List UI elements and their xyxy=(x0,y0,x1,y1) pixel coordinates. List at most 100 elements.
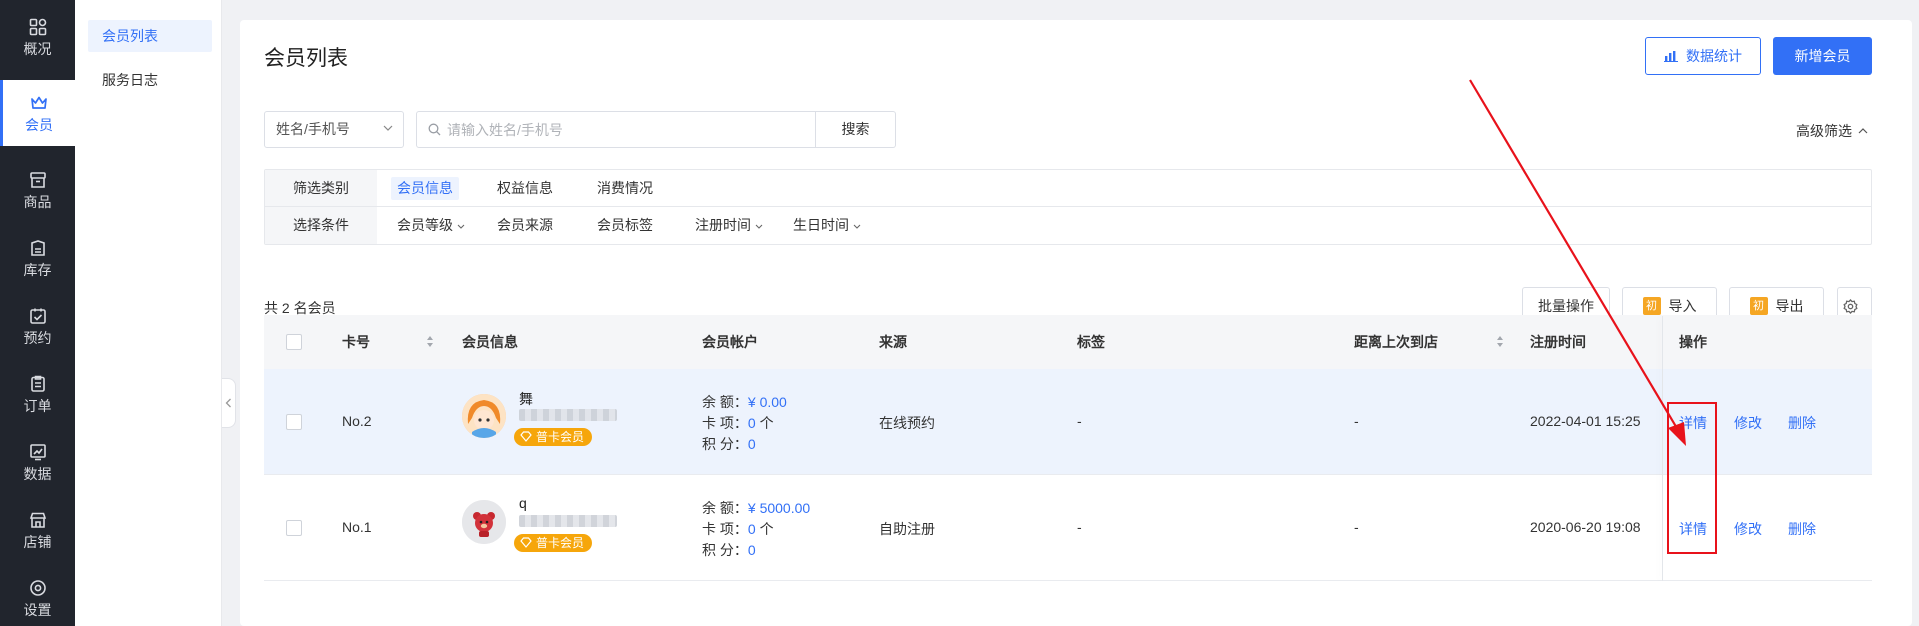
nav-item-store[interactable]: 店铺 xyxy=(0,497,75,563)
chevron-down-icon xyxy=(383,125,393,131)
nav-item-inventory[interactable]: 库存 xyxy=(0,225,75,291)
balance-label: 余 额： xyxy=(702,394,748,410)
edit-link[interactable]: 修改 xyxy=(1734,519,1762,539)
chevron-left-icon xyxy=(225,398,231,408)
filter-panel: 筛选类别 会员信息 权益信息 消费情况 选择条件 会员等级 会员来源 会员标签 … xyxy=(264,169,1872,245)
member-level-label: 普卡会员 xyxy=(536,430,585,444)
filter-condition-key: 选择条件 xyxy=(265,207,377,244)
account-balance: 余 额：¥ 0.00 xyxy=(702,392,787,412)
store-icon xyxy=(29,512,46,528)
reg-time: 2020-06-20 19:08 xyxy=(1530,519,1641,535)
filter-member-level[interactable]: 会员等级 xyxy=(391,214,471,237)
account-cards: 卡 项：0 个 xyxy=(702,519,774,539)
nav-item-label: 数据 xyxy=(23,465,52,482)
subnav-item-member-list[interactable]: 会员列表 xyxy=(88,20,212,52)
search-input[interactable] xyxy=(447,112,807,147)
delete-link[interactable]: 删除 xyxy=(1788,519,1816,539)
nav-item-label: 订单 xyxy=(23,397,52,414)
diamond-icon xyxy=(520,431,532,442)
search-box xyxy=(416,111,816,148)
delete-link[interactable]: 删除 xyxy=(1788,413,1816,433)
points-value[interactable]: 0 xyxy=(748,542,756,558)
filter-category-rights-info[interactable]: 权益信息 xyxy=(491,177,559,200)
import-label: 导入 xyxy=(1668,298,1697,314)
data-stats-label: 数据统计 xyxy=(1686,48,1742,64)
chevron-down-icon xyxy=(457,224,465,229)
filter-category-consumption[interactable]: 消费情况 xyxy=(591,177,659,200)
filter-birthday[interactable]: 生日时间 xyxy=(787,214,867,237)
account-points: 积 分：0 xyxy=(702,434,756,454)
th-ops: 操作 xyxy=(1679,334,1707,350)
last-visit: - xyxy=(1354,519,1359,535)
init-badge-icon: 初 xyxy=(1642,297,1661,315)
advanced-filter-label: 高级筛选 xyxy=(1796,123,1852,139)
filter-member-tag[interactable]: 会员标签 xyxy=(591,214,659,237)
table-header: 卡号 会员信息 会员帐户 来源 标签 距离上次到店 注册时间 操作 xyxy=(264,315,1872,369)
page-title: 会员列表 xyxy=(264,47,348,70)
member-tags: - xyxy=(1077,519,1082,535)
avatar[interactable] xyxy=(462,394,506,438)
member-tags: - xyxy=(1077,413,1082,429)
balance-label: 余 额： xyxy=(702,500,748,516)
nav-item-settings[interactable]: 设置 xyxy=(0,565,75,626)
select-all-checkbox[interactable] xyxy=(286,334,302,350)
th-source: 来源 xyxy=(879,334,907,350)
masked-phone xyxy=(519,409,617,421)
account-balance: 余 额：¥ 5000.00 xyxy=(702,498,810,518)
search-field-select[interactable]: 姓名/手机号 xyxy=(264,111,404,148)
add-member-button[interactable]: 新增会员 xyxy=(1773,37,1872,75)
balance-value[interactable]: ¥ 0.00 xyxy=(748,394,787,410)
member-level-label: 普卡会员 xyxy=(536,536,585,550)
nav-item-label: 会员 xyxy=(25,116,53,133)
points-label: 积 分： xyxy=(702,542,748,558)
filter-member-source[interactable]: 会员来源 xyxy=(491,214,559,237)
diamond-icon xyxy=(520,537,532,548)
avatar[interactable] xyxy=(462,500,506,544)
row-checkbox[interactable] xyxy=(286,520,302,536)
nav-item-label: 预约 xyxy=(23,329,52,346)
cards-value[interactable]: 0 xyxy=(748,415,756,431)
chart-icon xyxy=(29,443,46,460)
nav-item-label: 概况 xyxy=(23,40,52,57)
nav-item-member[interactable]: 会员 xyxy=(0,80,75,146)
search-button[interactable]: 搜索 xyxy=(816,111,896,148)
data-stats-button[interactable]: 数据统计 xyxy=(1645,37,1761,75)
page-scrollbar[interactable] xyxy=(1912,0,1919,626)
card-no: No.2 xyxy=(342,413,372,429)
row-checkbox[interactable] xyxy=(286,414,302,430)
nav-item-goods[interactable]: 商品 xyxy=(0,157,75,223)
filter-category-key: 筛选类别 xyxy=(265,170,377,206)
search-icon xyxy=(428,123,441,136)
nav-item-overview[interactable]: 概况 xyxy=(0,4,75,70)
export-label: 导出 xyxy=(1775,298,1804,314)
filter-condition-row: 选择条件 会员等级 会员来源 会员标签 注册时间 生日时间 xyxy=(265,207,1871,244)
cards-value[interactable]: 0 xyxy=(748,521,756,537)
filter-reg-time[interactable]: 注册时间 xyxy=(689,214,769,237)
member-level-tag: 普卡会员 xyxy=(514,428,593,446)
edit-link[interactable]: 修改 xyxy=(1734,413,1762,433)
sort-icon[interactable] xyxy=(1496,335,1504,348)
bear-avatar-icon xyxy=(462,500,506,544)
sub-nav: 会员列表 服务日志 xyxy=(75,0,222,626)
th-member-info: 会员信息 xyxy=(462,334,518,350)
member-level-tag: 普卡会员 xyxy=(514,534,593,552)
table-row: No.1 q 普卡会员 余 额：¥ 5000.00 卡 项：0 个 积 分：0 … xyxy=(264,475,1872,581)
advanced-filter-toggle[interactable]: 高级筛选 xyxy=(1796,121,1868,141)
card-no: No.1 xyxy=(342,519,372,535)
nav-item-label: 商品 xyxy=(23,193,52,210)
calendar-check-icon xyxy=(29,308,46,324)
subnav-item-service-log[interactable]: 服务日志 xyxy=(88,64,212,96)
fixed-column-divider xyxy=(1662,316,1663,581)
member-source: 在线预约 xyxy=(879,415,935,431)
order-icon xyxy=(30,375,45,392)
filter-category-member-info[interactable]: 会员信息 xyxy=(391,177,459,200)
nav-item-orders[interactable]: 订单 xyxy=(0,361,75,427)
balance-value[interactable]: ¥ 5000.00 xyxy=(748,500,810,516)
sort-icon[interactable] xyxy=(426,335,434,348)
points-value[interactable]: 0 xyxy=(748,436,756,452)
nav-item-booking[interactable]: 预约 xyxy=(0,293,75,359)
nav-item-data[interactable]: 数据 xyxy=(0,429,75,495)
inventory-icon xyxy=(30,239,45,256)
main-nav-rail: 概况 会员 商品 库存 预约 订单 数据 店铺 设置 xyxy=(0,0,75,626)
collapse-sidebar-handle[interactable] xyxy=(222,378,236,428)
